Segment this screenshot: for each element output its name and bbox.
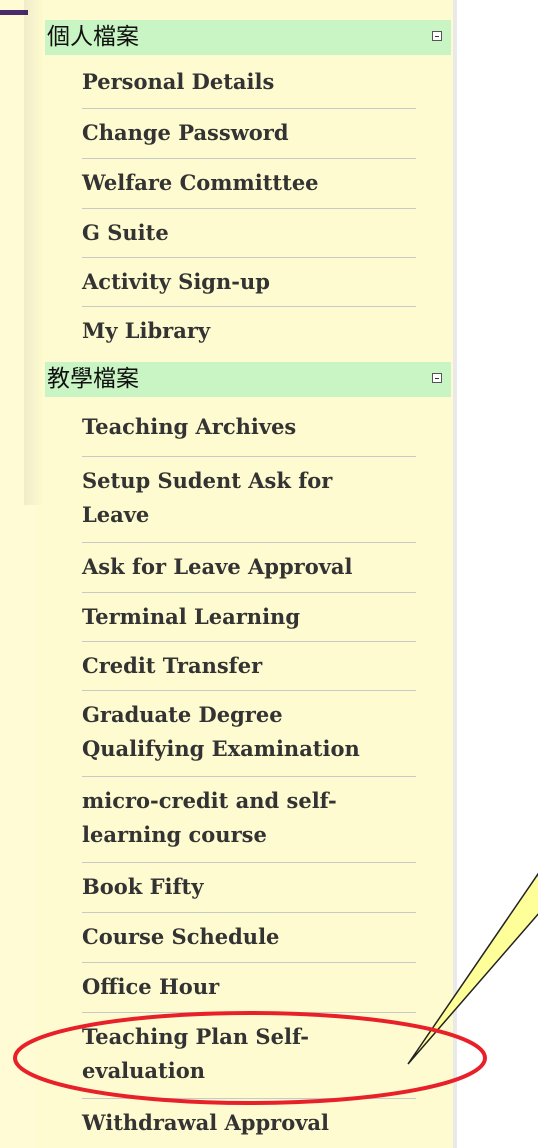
menu-item-credit-transfer[interactable]: Credit Transfer bbox=[82, 642, 416, 691]
menu-item-label: My Library bbox=[82, 318, 211, 343]
menu-item-label: Change Password bbox=[82, 120, 289, 145]
menu-item-label: Welfare Committtee bbox=[82, 170, 319, 195]
content-pane bbox=[457, 0, 538, 1148]
menu-item-welfare-committee[interactable]: Welfare Committtee bbox=[82, 159, 416, 209]
section-title: 教學檔案 bbox=[47, 366, 139, 392]
menu-item-label: Teaching Plan Self-evaluation bbox=[82, 1024, 309, 1083]
menu-item-label: Personal Details bbox=[82, 69, 275, 94]
menu-shadow bbox=[24, 0, 44, 505]
menu-item-label: Setup Sudent Ask for Leave bbox=[82, 468, 333, 527]
section-header-personal[interactable]: 個人檔案 bbox=[45, 20, 451, 55]
menu-item-book-fifty[interactable]: Book Fifty bbox=[82, 863, 416, 913]
menu-item-teaching-archives[interactable]: Teaching Archives bbox=[82, 403, 416, 457]
menu-item-setup-student-ask-for-leave[interactable]: Setup Sudent Ask for Leave bbox=[82, 457, 416, 543]
menu-item-ask-for-leave-approval[interactable]: Ask for Leave Approval bbox=[82, 543, 416, 593]
section-title: 個人檔案 bbox=[47, 24, 139, 50]
menu-item-label: Course Schedule bbox=[82, 924, 280, 949]
menu-item-my-library[interactable]: My Library bbox=[82, 307, 416, 356]
menu-item-change-password[interactable]: Change Password bbox=[82, 109, 416, 159]
section-header-teaching[interactable]: 教學檔案 bbox=[45, 362, 451, 397]
menu-item-label: Credit Transfer bbox=[82, 653, 263, 678]
menu-item-course-schedule[interactable]: Course Schedule bbox=[82, 913, 416, 963]
menu-item-withdrawal-approval[interactable]: Withdrawal Approval bbox=[82, 1099, 416, 1148]
menu-item-label: Office Hour bbox=[82, 974, 220, 999]
menu-item-graduate-degree-qualifying-examination[interactable]: Graduate Degree Qualifying Examination bbox=[82, 691, 416, 777]
menu-item-personal-details[interactable]: Personal Details bbox=[82, 58, 416, 109]
menu-item-label: Book Fifty bbox=[82, 874, 204, 899]
menu-item-g-suite[interactable]: G Suite bbox=[82, 209, 416, 258]
menu-item-activity-sign-up[interactable]: Activity Sign-up bbox=[82, 258, 416, 307]
menu-item-terminal-learning[interactable]: Terminal Learning bbox=[82, 593, 416, 642]
menu-item-micro-credit-course[interactable]: micro-credit and self-learning course bbox=[82, 777, 416, 863]
menu-item-office-hour[interactable]: Office Hour bbox=[82, 963, 416, 1013]
menu-item-label: G Suite bbox=[82, 220, 169, 245]
menu-item-label: Graduate Degree Qualifying Examination bbox=[82, 702, 360, 761]
collapse-icon[interactable] bbox=[432, 373, 442, 383]
menu-item-label: micro-credit and self-learning course bbox=[82, 788, 337, 847]
menu-item-label: Terminal Learning bbox=[82, 604, 300, 629]
menu-item-label: Teaching Archives bbox=[82, 414, 297, 439]
menu-item-label: Activity Sign-up bbox=[82, 269, 270, 294]
collapse-icon[interactable] bbox=[432, 31, 442, 41]
menu-item-label: Withdrawal Approval bbox=[82, 1110, 330, 1135]
menu-item-label: Ask for Leave Approval bbox=[82, 554, 353, 579]
menu-item-teaching-plan-self-evaluation[interactable]: Teaching Plan Self-evaluation bbox=[82, 1013, 416, 1099]
